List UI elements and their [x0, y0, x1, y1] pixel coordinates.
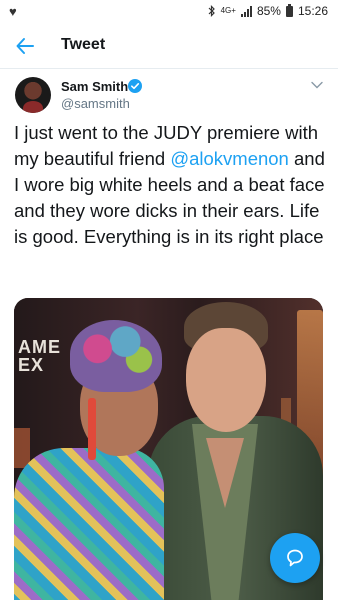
author-name[interactable]: Sam Smith: [61, 79, 128, 94]
status-bar: ♥ 4G+ 85% 15:26: [0, 0, 338, 24]
person-left-shirt: [14, 448, 164, 600]
network-type: 4G+: [220, 6, 236, 15]
mention-link[interactable]: @alokvmenon: [170, 148, 289, 169]
person-left-earring: [88, 398, 96, 460]
arrow-left-icon[interactable]: [14, 35, 36, 57]
avatar[interactable]: [15, 77, 51, 113]
signal-icon: [240, 5, 252, 17]
author-handle[interactable]: @samsmith: [61, 96, 130, 111]
bluetooth-icon: [208, 5, 215, 17]
photo-sign-line: AME: [18, 337, 61, 357]
top-app-bar: Tweet: [0, 24, 338, 69]
status-icons: 4G+ 85% 15:26: [208, 3, 328, 18]
clock: 15:26: [297, 4, 328, 18]
person-right-face: [186, 328, 266, 432]
verified-badge-icon: [128, 79, 142, 93]
battery-percent: 85%: [256, 4, 281, 18]
heart-icon: ♥: [9, 4, 17, 19]
tweet-text: I just went to the JUDY premiere with my…: [14, 120, 330, 250]
reply-fab-button[interactable]: [270, 533, 320, 583]
photo-sign: AME EX: [18, 338, 61, 374]
photo-sign-line: EX: [18, 355, 45, 375]
reply-bubble-icon: [287, 549, 303, 567]
chevron-down-icon[interactable]: [311, 80, 323, 90]
person-left-hair: [70, 320, 162, 392]
battery-icon: [285, 3, 293, 17]
page-title: Tweet: [61, 36, 106, 53]
